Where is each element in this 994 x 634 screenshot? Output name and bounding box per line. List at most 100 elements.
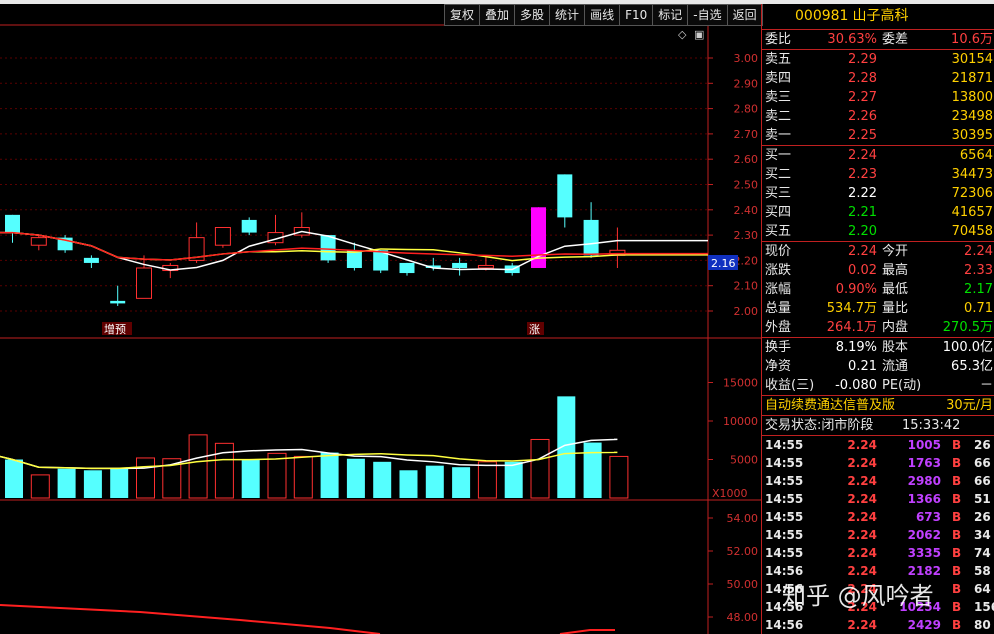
tick-row[interactable]: 14:55 2.24 1763 B 66 [762, 454, 994, 472]
quote-value: 2.17 [964, 282, 993, 297]
tick-count: 58 [974, 564, 991, 578]
candle-body [241, 219, 257, 233]
bid-row[interactable]: 买四 2.21 41657 [762, 203, 994, 222]
tick-row[interactable]: 14:55 2.24 1366 B 51 [762, 490, 994, 508]
ratio-value: 30.63% [827, 32, 877, 47]
chart-toolbar: 复权 叠加 多股 统计 画线 F10 标记 -自选 返回 [444, 4, 763, 26]
bid-price[interactable]: 2.22 [822, 184, 877, 203]
tick-count: 64 [974, 582, 991, 596]
ask-row[interactable]: 卖一 2.25 30395 [762, 126, 994, 145]
quote-label: 量比 [882, 301, 909, 316]
volume-bar [110, 468, 129, 498]
ask-price[interactable]: 2.27 [822, 88, 877, 107]
tick-row[interactable]: 14:55 2.24 2062 B 34 [762, 526, 994, 544]
fundamental-label: 净资 [765, 359, 792, 374]
tick-time: 14:55 [765, 528, 804, 542]
current-price-label: 2.16 [711, 257, 736, 270]
toolbar-button-5[interactable]: F10 [619, 4, 653, 26]
ask-price[interactable]: 2.28 [822, 69, 877, 88]
tick-count: 66 [974, 456, 991, 470]
quote-row: 总量 534.7万 量比 0.71 [762, 299, 994, 318]
tick-volume: 2980 [907, 474, 941, 488]
bid-volume: 70458 [951, 224, 993, 239]
tick-volume: 673 [915, 510, 941, 524]
bid-row[interactable]: 买五 2.20 70458 [762, 222, 994, 241]
toolbar-button-7[interactable]: -自选 [687, 4, 727, 26]
volume-bar [399, 470, 418, 498]
volume-bar [5, 459, 23, 498]
tick-price: 2.24 [847, 438, 877, 452]
ask-row[interactable]: 卖五 2.29 30154 [762, 50, 994, 69]
price-tick-label: 2.60 [734, 153, 759, 166]
tick-time: 14:55 [765, 546, 804, 560]
bid-row[interactable]: 买一 2.24 6564 [762, 146, 994, 165]
promo-row[interactable]: 自动续费通达信普及版 30元/月 [762, 395, 994, 415]
promo-price[interactable]: 30元/月 [946, 396, 993, 415]
toolbar-button-3[interactable]: 统计 [549, 4, 585, 26]
tick-count: 156 [974, 600, 994, 614]
fundamental-label: 换手 [765, 340, 792, 355]
quote-row: 现价 2.24 今开 2.24 [762, 242, 994, 261]
toolbar-button-2[interactable]: 多股 [514, 4, 550, 26]
ask-price[interactable]: 2.29 [822, 50, 877, 69]
bid-label: 买四 [765, 205, 792, 220]
bid-price[interactable]: 2.24 [822, 146, 877, 165]
tick-row[interactable]: 14:56 2.24 2429 B 80 [762, 616, 994, 634]
kline-chart[interactable]: 3.002.902.802.702.602.502.402.302.202.10… [0, 0, 762, 634]
ask-label: 卖二 [765, 109, 792, 124]
tick-side: B [952, 618, 962, 632]
toolbar-button-4[interactable]: 画线 [584, 4, 620, 26]
ask-label: 卖四 [765, 71, 792, 86]
bid-row[interactable]: 买三 2.22 72306 [762, 184, 994, 203]
tick-count: 26 [974, 510, 991, 524]
quote-label: 最高 [882, 263, 909, 278]
fundamental-label: PE(动) [882, 378, 922, 393]
ratio-label: 委比 [765, 32, 792, 47]
candle-body [110, 300, 126, 304]
indicator-tick-label: 50.00 [727, 578, 759, 591]
quote-value: 0.90% [835, 282, 877, 297]
tick-row[interactable]: 14:55 2.24 1005 B 26 [762, 436, 994, 454]
toolbar-button-8[interactable]: 返回 [726, 4, 763, 26]
tick-row[interactable]: 14:55 2.24 673 B 26 [762, 508, 994, 526]
bid-volume: 41657 [951, 205, 993, 220]
bid-row[interactable]: 买二 2.23 34473 [762, 165, 994, 184]
toolbar-button-1[interactable]: 叠加 [479, 4, 515, 26]
quote-value: 264.1万 [826, 320, 877, 335]
fundamental-label: 收益(三) [765, 378, 815, 393]
bid-price[interactable]: 2.23 [822, 165, 877, 184]
ask-row[interactable]: 卖二 2.26 23498 [762, 107, 994, 126]
quote-value: 0.02 [848, 263, 877, 278]
status-row: 交易状态:闭市阶段 15:33:42 [762, 415, 994, 435]
tick-time: 14:55 [765, 474, 804, 488]
ask-price[interactable]: 2.25 [822, 126, 877, 145]
bid-price[interactable]: 2.21 [822, 203, 877, 222]
tick-side: B [952, 438, 962, 452]
volume-bar [583, 442, 602, 498]
fundamental-value: 65.3亿 [951, 359, 993, 374]
volume-bar [293, 455, 313, 499]
promo-text[interactable]: 自动续费通达信普及版 [765, 396, 895, 415]
trade-status: 交易状态:闭市阶段 [765, 418, 874, 433]
toolbar-button-6[interactable]: 标记 [652, 4, 688, 26]
quote-row: 外盘 264.1万 内盘 270.5万 [762, 318, 994, 337]
ask-book: 卖五 2.29 30154 卖四 2.28 21871 卖三 2.27 13800 卖二 2.26 2… [762, 49, 994, 145]
ask-row[interactable]: 卖四 2.28 21871 [762, 69, 994, 88]
volume-unit: X1000 [712, 487, 748, 500]
quote-panel: 000981 山子高科 委比 30.63% 委差 10.6万 卖五 2.29 3015… [761, 4, 994, 634]
stock-header: 000981 山子高科 [762, 4, 994, 29]
square-icon: ▣ [694, 28, 704, 41]
ask-price[interactable]: 2.26 [822, 107, 877, 126]
toolbar-button-0[interactable]: 复权 [444, 4, 480, 26]
tick-volume: 3335 [907, 546, 941, 560]
annotation-label: 涨 [529, 323, 540, 336]
quote-value: 534.7万 [826, 301, 877, 316]
bid-price[interactable]: 2.20 [822, 222, 877, 241]
candle-body [214, 227, 231, 246]
tick-volume: 2429 [907, 618, 941, 632]
tick-row[interactable]: 14:55 2.24 2980 B 66 [762, 472, 994, 490]
ask-row[interactable]: 卖三 2.27 13800 [762, 88, 994, 107]
tick-price: 2.24 [847, 546, 877, 560]
tick-row[interactable]: 14:55 2.24 3335 B 74 [762, 544, 994, 562]
quote-label: 外盘 [765, 320, 792, 335]
